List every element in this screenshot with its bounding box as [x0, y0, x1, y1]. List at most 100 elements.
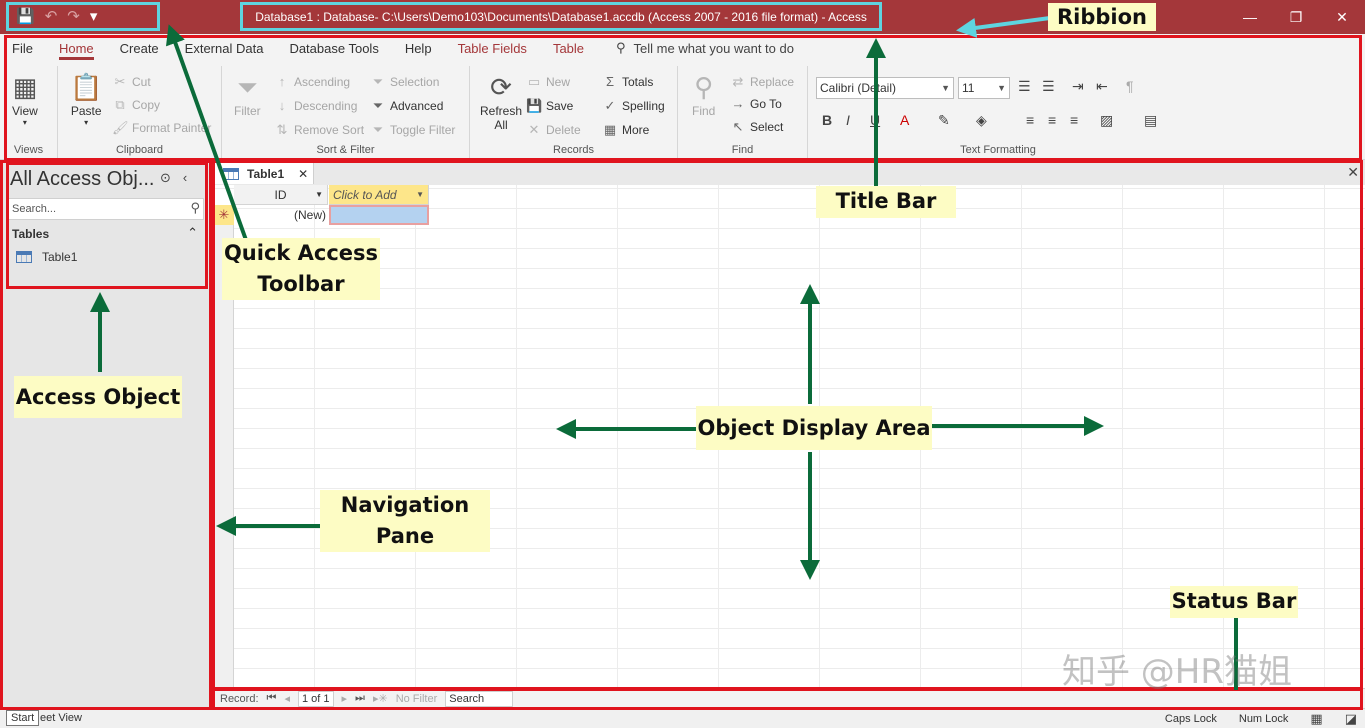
find-button[interactable]: ⚲ Find — [692, 70, 715, 118]
paste-button[interactable]: 📋 Paste ▾ — [70, 70, 102, 127]
view-button[interactable]: ▦ View ▾ — [12, 70, 38, 127]
window-title: Database1 : Database- C:\Users\Demo103\D… — [255, 9, 867, 24]
replace-button[interactable]: ⇄ Replace — [730, 74, 794, 90]
close-window-button[interactable]: ✕ — [1319, 0, 1365, 34]
restore-button[interactable]: ❐ — [1273, 0, 1319, 34]
alternate-row-icon[interactable]: ▤ — [1144, 112, 1157, 129]
arrow-right-icon: → — [731, 96, 745, 111]
customize-qat-icon[interactable]: ▾ — [90, 9, 98, 24]
new-row-selected-cell[interactable] — [329, 205, 429, 225]
descending-button[interactable]: ↓ Descending — [274, 98, 358, 113]
gridlines-icon[interactable]: ▨ — [1100, 112, 1113, 129]
close-document-icon[interactable]: ✕ — [1347, 164, 1359, 181]
filter-button[interactable]: ⏷ Filter — [234, 70, 261, 118]
save-icon[interactable]: 💾 — [16, 9, 35, 24]
text-formatting-group: Calibri (Detail) ▼ 11 ▼ ☰ ☰ ⇥ ⇤ ¶ B I U A … — [808, 66, 1188, 158]
select-button[interactable]: ↖ Select — [730, 119, 784, 135]
replace-icon: ⇄ — [732, 74, 744, 89]
highlight-icon[interactable]: ✎ — [938, 112, 950, 129]
tab-create[interactable]: Create — [120, 34, 159, 62]
bullets-icon[interactable]: ☰ — [1018, 78, 1031, 95]
numbering-icon[interactable]: ☰ — [1042, 78, 1055, 95]
align-right-icon[interactable]: ≡ — [1070, 112, 1078, 128]
tell-me-box[interactable]: ⚲ Tell me what you want to do — [616, 40, 794, 56]
previous-record-icon[interactable]: ◂ — [284, 692, 290, 705]
outdent-icon[interactable]: ⇤ — [1096, 78, 1108, 95]
scissors-icon: ✂ — [114, 74, 126, 89]
tab-table[interactable]: Table — [553, 34, 584, 62]
find-group: ⚲ Find ⇄ Replace → Go To ↖ Select Find — [678, 66, 808, 158]
underline-icon[interactable]: U — [870, 112, 880, 128]
toggle-filter-button[interactable]: ⏷ Toggle Filter — [370, 122, 456, 138]
minimize-button[interactable]: — — [1227, 0, 1273, 34]
remove-sort-button[interactable]: ⇅ Remove Sort — [274, 122, 364, 138]
delete-record-button[interactable]: ✕ Delete — [526, 122, 581, 138]
advanced-button[interactable]: ⏷ Advanced — [370, 98, 444, 114]
column-header-id[interactable]: ID ▼ — [234, 185, 328, 205]
bold-icon[interactable]: B — [822, 112, 832, 128]
font-color-icon[interactable]: A — [900, 112, 909, 128]
selection-filter-icon: ⏷ — [372, 74, 384, 89]
nav-pane-title[interactable]: All Access Obj... — [10, 168, 155, 191]
copy-button[interactable]: ⧉ Copy — [112, 97, 160, 113]
tab-table-fields[interactable]: Table Fields — [458, 34, 527, 62]
paragraph-icon[interactable]: ¶ — [1126, 78, 1134, 94]
ascending-button[interactable]: ↑ Ascending — [274, 74, 350, 89]
navigation-pane: All Access Obj... ⊙ ‹ Search... ⚲ Tables… — [0, 160, 212, 708]
object-display-callout: Object Display Area — [696, 406, 932, 450]
record-search-input[interactable]: Search — [445, 690, 514, 707]
cursor-icon: ↖ — [732, 119, 744, 134]
undo-icon[interactable]: ↶ — [45, 9, 58, 24]
font-family-select[interactable]: Calibri (Detail) ▼ — [816, 77, 954, 99]
sigma-icon: Σ — [605, 74, 615, 89]
selection-button[interactable]: ⏷ Selection — [370, 74, 440, 90]
font-size-select[interactable]: 11 ▼ — [958, 77, 1010, 99]
nav-search-input[interactable]: Search... ⚲ — [8, 198, 204, 220]
refresh-all-button[interactable]: ⟳ Refresh All — [480, 70, 522, 132]
align-left-icon[interactable]: ≡ — [1026, 112, 1034, 128]
start-button[interactable]: Start — [6, 710, 40, 726]
indent-icon[interactable]: ⇥ — [1072, 78, 1084, 95]
record-position-input[interactable]: 1 of 1 — [297, 690, 334, 707]
nav-menu-icon[interactable]: ⊙ — [160, 170, 171, 186]
copy-icon: ⧉ — [115, 97, 125, 112]
status-view-text: eet View — [40, 712, 82, 724]
no-filter-indicator[interactable]: No Filter — [396, 693, 438, 705]
column-header-click-to-add[interactable]: Click to Add ▼ — [329, 185, 429, 205]
navigation-pane-callout: Navigation Pane — [320, 490, 490, 552]
first-record-icon[interactable]: ⏮ — [267, 692, 277, 705]
shutter-bar-icon[interactable]: ‹ — [183, 170, 187, 186]
italic-icon[interactable]: I — [846, 112, 850, 128]
nav-group-tables[interactable]: Tables ⌃ — [12, 225, 198, 241]
datasheet-view-icon[interactable]: ▦ — [1310, 711, 1322, 727]
cut-button[interactable]: ✂ Cut — [112, 74, 151, 90]
nav-item-table1[interactable]: Table1 — [16, 250, 77, 264]
design-view-icon[interactable]: ◪ — [1345, 711, 1357, 727]
last-record-icon[interactable]: ⏭ — [355, 692, 365, 705]
remove-sort-icon: ⇅ — [276, 122, 288, 137]
tab-home[interactable]: Home — [58, 34, 94, 62]
totals-button[interactable]: Σ Totals — [602, 74, 653, 89]
new-record-button[interactable]: ▭ New — [526, 74, 570, 90]
table-icon — [223, 167, 239, 180]
tab-database-tools[interactable]: Database Tools — [289, 34, 378, 62]
tab-file[interactable]: File — [12, 34, 33, 62]
document-tab-table1[interactable]: Table1 ✕ — [214, 162, 314, 184]
format-painter-button[interactable]: 🖌 Format Painter — [112, 120, 211, 136]
save-record-button[interactable]: 💾 Save — [526, 98, 573, 114]
more-button[interactable]: ▦ More — [602, 122, 650, 138]
spelling-button[interactable]: ✓ Spelling — [602, 98, 665, 114]
goto-button[interactable]: → Go To — [730, 96, 782, 111]
new-row-id-cell[interactable]: (New) — [234, 205, 328, 225]
new-record-nav-icon[interactable]: ▸✳ — [373, 692, 388, 705]
chevron-down-icon: ▾ — [84, 118, 89, 127]
tab-help[interactable]: Help — [405, 34, 432, 62]
align-center-icon[interactable]: ≡ — [1048, 112, 1056, 128]
watermark: 知乎 @HR猫姐 — [1062, 652, 1292, 692]
close-icon[interactable]: ✕ — [298, 167, 308, 181]
sort-descending-icon: ↓ — [278, 98, 286, 113]
next-record-icon[interactable]: ▸ — [342, 692, 348, 705]
tab-external-data[interactable]: External Data — [185, 34, 264, 62]
fill-color-icon[interactable]: ◈ — [976, 112, 987, 129]
redo-icon[interactable]: ↷ — [67, 9, 80, 24]
